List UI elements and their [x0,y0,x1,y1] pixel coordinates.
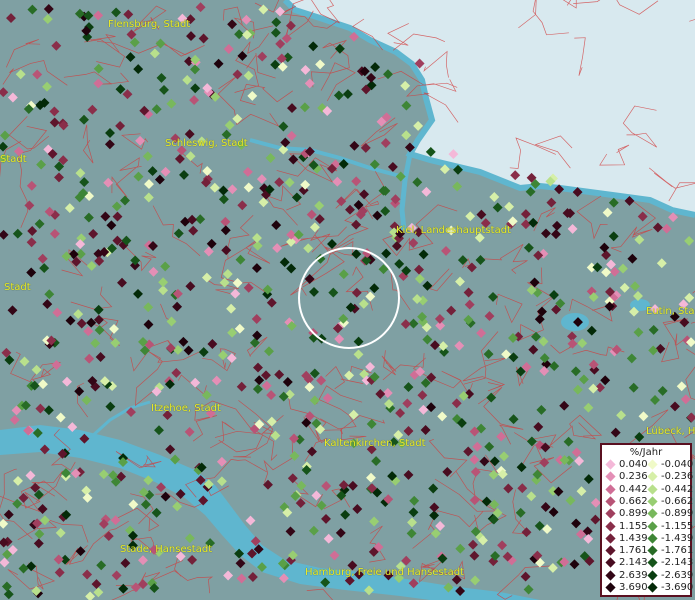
legend-value: -1.439 [661,532,694,544]
legend-swatch [605,459,616,470]
legend-swatch [647,484,658,495]
legend-swatch [647,508,658,519]
city-label-kiel: Kiel, Landeshauptstadt [396,225,511,236]
legend-value: 1.761 [619,545,648,557]
legend-swatch [605,508,616,519]
legend-swatch [647,570,658,581]
city-label-schleswig: Schleswig, Stadt [165,138,248,149]
legend-value: -0.040 [661,459,694,470]
legend-swatch [605,533,616,544]
legend-value: 1.155 [619,520,648,532]
legend-value: -0.899 [661,508,694,520]
legend-swatch [605,557,616,568]
legend-value: -3.690 [661,582,694,593]
legend-swatch [647,459,658,470]
legend-value: -0.662 [661,495,694,507]
basemap [0,0,695,600]
legend-swatch [605,520,616,532]
legend-swatch [605,570,616,581]
legend-value: -0.442 [661,483,694,495]
city-label-hamburg: Hamburg, Freie und Hansestadt [305,567,464,578]
legend-value: 2.143 [619,557,648,569]
legend-value: 0.236 [619,471,648,483]
legend-value: 0.899 [619,508,648,520]
legend-title: %/Jahr [629,447,663,458]
legend-swatch [605,484,616,495]
legend-value: 3.690 [619,582,648,593]
legend-value: 1.439 [619,532,648,544]
legend-value: -1.155 [661,520,694,532]
legend-swatch [647,496,658,507]
map-canvas[interactable]: Flensburg, Stadt Schleswig, Stadt Kiel, … [0,0,695,600]
legend-value: 0.040 [619,459,648,470]
legend-value: -2.639 [661,569,694,581]
city-label-kaltenkirchen: Kaltenkirchen, Stadt [324,438,426,449]
legend-value: -0.236 [661,471,694,483]
legend-swatch [605,496,616,507]
legend-swatch [605,471,616,482]
legend-value: -2.143 [661,557,694,569]
legend-swatch [647,533,658,544]
city-label-flensburg: Flensburg, Stadt [108,19,191,30]
city-label-west-mid: Stadt [4,282,31,293]
city-label-itzehoe: Itzehoe, Stadt [151,403,221,414]
legend-swatch [647,582,658,593]
legend-swatch [647,545,658,556]
city-label-eutin: Eutin, Stadt [646,306,695,317]
legend-swatch [605,582,616,593]
legend-swatch [605,545,616,556]
legend-value: 2.639 [619,569,648,581]
legend-value: -1.761 [661,545,694,557]
legend-value: 0.662 [619,495,648,507]
city-label-stade: Stade, Hansestadt [120,544,213,555]
city-label-luebeck: Lübeck, H [646,426,695,437]
legend-value: 0.442 [619,483,648,495]
legend-swatch [647,520,658,532]
city-label-west-upper: Stadt [0,154,27,165]
legend-swatch [647,557,658,568]
legend-swatch [647,471,658,482]
map-legend: %/Jahr 0.040 0.236 0.442 0.662 0.899 1.155 1.4… [600,443,694,597]
